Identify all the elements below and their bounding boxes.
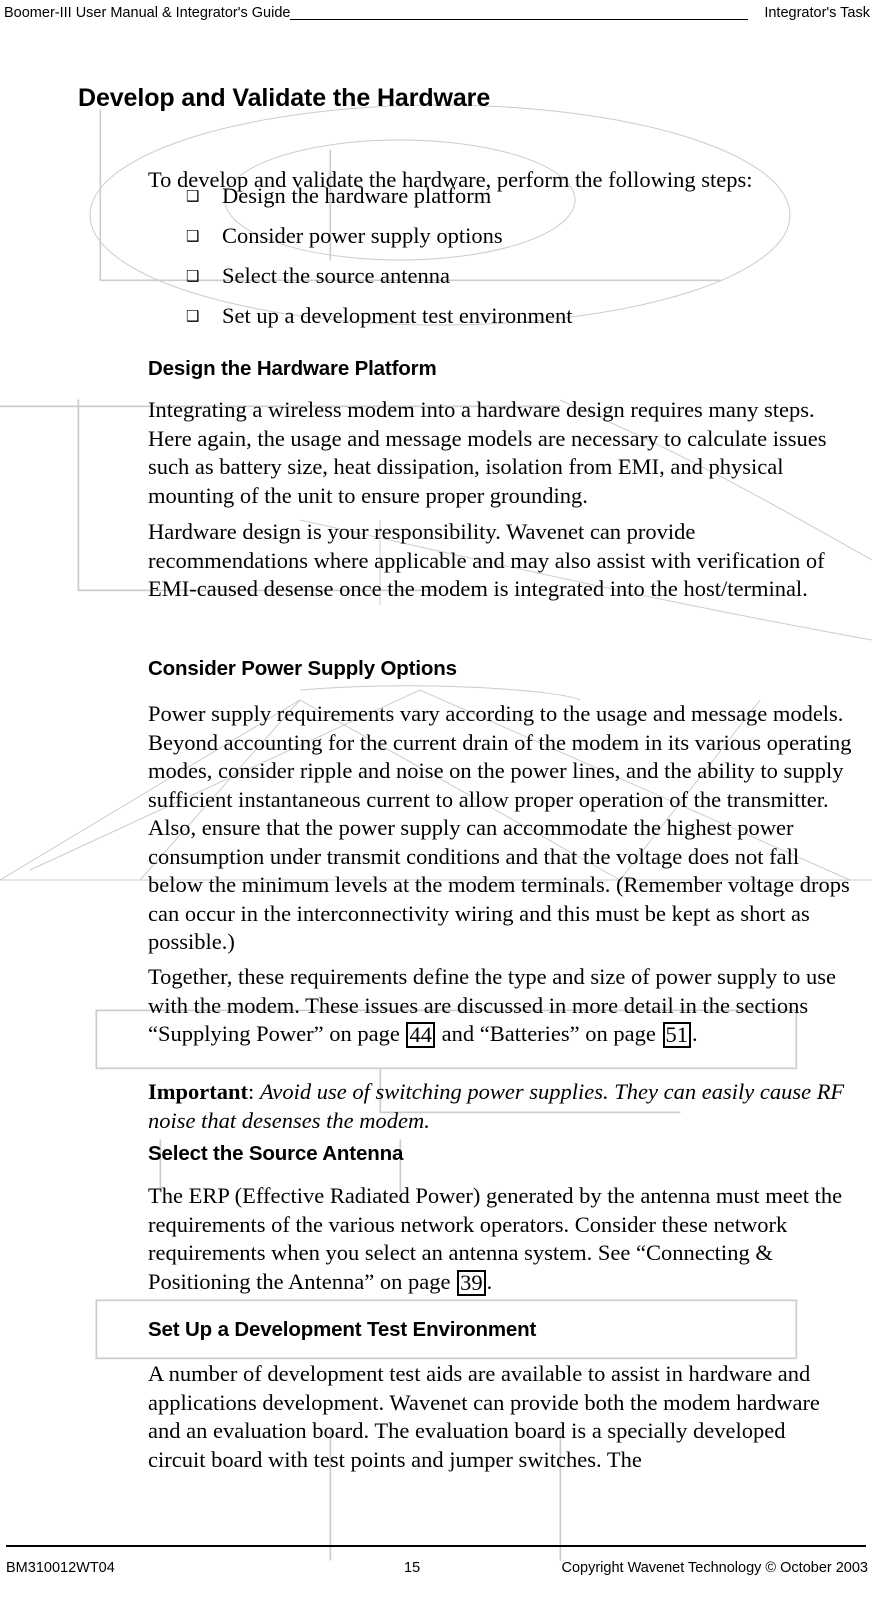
list-item: ❑ Consider power supply options	[160, 220, 820, 260]
subsection-heading-set-up-development-test-environment: Set Up a Development Test Environment	[148, 1318, 537, 1341]
footer-document-number: BM310012WT04	[6, 1560, 115, 1576]
page-title: Develop and Validate the Hardware	[78, 84, 491, 112]
important-label: Important	[148, 1079, 248, 1104]
xref-text-part-3: .	[692, 1021, 698, 1046]
square-bullet-icon: ❑	[186, 267, 200, 285]
page-reference-supplying-power[interactable]: 44	[406, 1022, 435, 1048]
list-item-label: Design the hardware platform	[222, 183, 492, 208]
list-item-label: Consider power supply options	[222, 223, 503, 248]
paragraph-antenna-xref: The ERP (Effective Radiated Power) gener…	[148, 1182, 848, 1296]
antenna-text-part-2: .	[486, 1268, 493, 1294]
subsection-heading-consider-power-supply-options: Consider Power Supply Options	[148, 657, 457, 680]
important-note: Important: Avoid use of switching power …	[148, 1078, 846, 1135]
paragraph-power-supply-1: Power supply requirements vary according…	[148, 701, 852, 954]
paragraph-design-hardware-2: Hardware design is your responsibility. …	[148, 519, 825, 601]
page-footer: BM310012WT04 15 Copyright Wavenet Techno…	[0, 1558, 872, 1588]
list-item: ❑ Set up a development test environment	[160, 300, 820, 340]
paragraph-power-supply-xref: Together, these requirements define the …	[148, 963, 848, 1049]
paragraph-development-1: A number of development test aids are av…	[148, 1361, 820, 1472]
page-reference-batteries[interactable]: 51	[662, 1022, 691, 1048]
page-content: Develop and Validate the Hardware To dev…	[0, 0, 872, 1604]
steps-list: ❑ Design the hardware platform ❑ Conside…	[160, 180, 820, 340]
list-item: ❑ Design the hardware platform	[160, 180, 820, 220]
paragraph-design-hardware-1: Integrating a wireless modem into a hard…	[148, 397, 827, 508]
list-item-label: Set up a development test environment	[222, 303, 573, 328]
footer-page-number: 15	[404, 1560, 421, 1576]
xref-text-part-2: and “Batteries” on page	[435, 1021, 662, 1046]
list-item-label: Select the source antenna	[222, 263, 451, 288]
document-page: Boomer-III User Manual & Integrator's Gu…	[0, 0, 872, 1604]
square-bullet-icon: ❑	[186, 227, 200, 245]
footer-copyright: Copyright Wavenet Technology © October 2…	[561, 1560, 869, 1576]
page-reference-connecting-positioning-antenna[interactable]: 39	[457, 1269, 486, 1296]
list-item: ❑ Select the source antenna	[160, 260, 820, 300]
subsection-heading-design-hardware-platform: Design the Hardware Platform	[148, 357, 437, 380]
footer-rule	[6, 1545, 866, 1547]
square-bullet-icon: ❑	[186, 307, 200, 325]
square-bullet-icon: ❑	[186, 187, 200, 205]
important-separator: :	[248, 1079, 260, 1104]
antenna-text-part-1: The ERP (Effective Radiated Power) gener…	[148, 1183, 843, 1294]
subsection-heading-select-source-antenna: Select the Source Antenna	[148, 1142, 404, 1165]
